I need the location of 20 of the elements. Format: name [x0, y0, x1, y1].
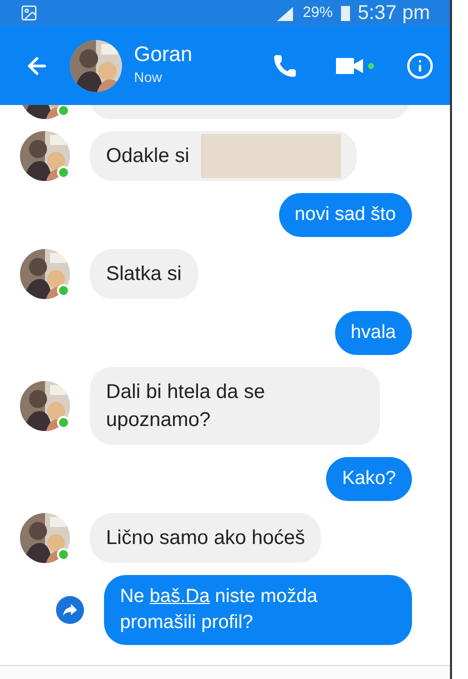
info-icon[interactable] — [406, 52, 434, 80]
message-text: Odakle si — [106, 144, 190, 169]
video-call-icon[interactable] — [336, 56, 376, 76]
message-text: hvala — [350, 322, 396, 343]
message-text: Kako? — [342, 468, 396, 489]
clock: 5:37 pm — [358, 1, 430, 26]
message-text: Ne baš.Da niste možda promašili profil? — [120, 585, 319, 635]
share-icon[interactable] — [56, 596, 84, 624]
contact-name: Goran — [134, 43, 194, 67]
link[interactable]: baš.Da — [150, 586, 210, 607]
signal-icon — [274, 5, 295, 21]
message-text: Lično samo ako hoćeš — [106, 526, 306, 551]
gallery-icon — [20, 4, 38, 22]
phone-icon[interactable] — [272, 52, 298, 78]
battery-percent: 29% — [302, 2, 333, 23]
message-text: Dali bi htela da se upoznamo? — [106, 380, 266, 433]
message-text: Slatka si — [106, 262, 182, 287]
battery-icon — [340, 6, 350, 20]
message-text: novi sad što — [294, 204, 396, 225]
contact-status: Now — [134, 68, 164, 87]
